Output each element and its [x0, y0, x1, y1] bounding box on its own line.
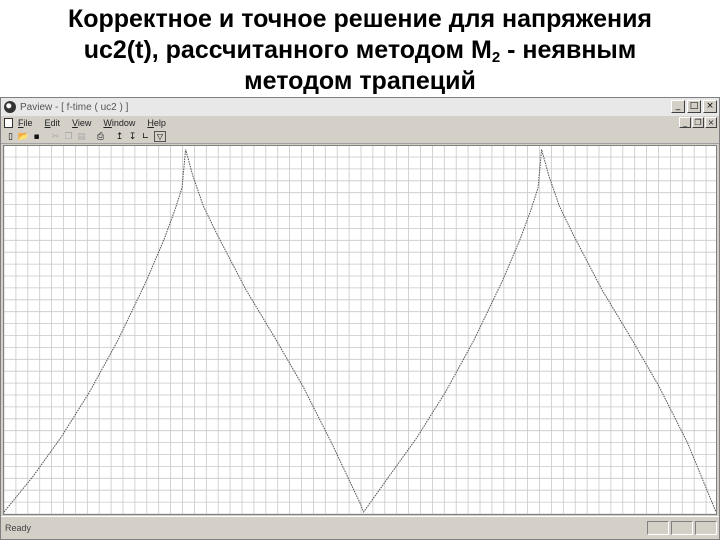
- status-bar: Ready: [1, 516, 719, 539]
- plot-grid: [4, 146, 716, 514]
- status-panel: [671, 521, 693, 535]
- close-button[interactable]: ×: [703, 100, 717, 113]
- maximize-button[interactable]: □: [687, 100, 701, 113]
- document-window-controls: _ ❐ ×: [679, 117, 717, 128]
- save-icon[interactable]: ▪: [30, 131, 43, 143]
- doc-restore-button[interactable]: ❐: [692, 117, 704, 128]
- plot-area[interactable]: [3, 145, 717, 515]
- zoom-in-icon[interactable]: ↥: [113, 131, 126, 143]
- minimize-button[interactable]: _: [671, 100, 685, 113]
- window-controls: _ □ ×: [671, 100, 717, 113]
- app-window: Paview - [ f-time ( uc2 ) ] _ □ × File E…: [0, 97, 720, 540]
- document-icon[interactable]: [4, 118, 13, 128]
- cut-icon[interactable]: ✂: [49, 131, 62, 143]
- status-panel: [647, 521, 669, 535]
- filter-icon[interactable]: ▽: [154, 131, 166, 142]
- status-panels: [647, 521, 717, 535]
- open-folder-icon[interactable]: 📂: [17, 131, 30, 143]
- menu-file[interactable]: File: [18, 118, 33, 128]
- doc-minimize-button[interactable]: _: [679, 117, 691, 128]
- window-title: Paview - [ f-time ( uc2 ) ]: [20, 101, 129, 113]
- title-line-2-suffix: - неявным: [500, 36, 637, 64]
- menu-edit[interactable]: Edit: [45, 118, 61, 128]
- menu-window[interactable]: Window: [103, 118, 135, 128]
- title-subscript: 2: [491, 49, 501, 66]
- axes-icon[interactable]: ∟: [139, 131, 152, 143]
- doc-close-button[interactable]: ×: [705, 117, 717, 128]
- title-line-3: методом трапеций: [244, 67, 476, 95]
- status-text: Ready: [5, 523, 32, 533]
- menu-view[interactable]: View: [72, 118, 91, 128]
- title-line-1: Корректное и точное решение для напряжен…: [67, 5, 653, 33]
- zoom-out-icon[interactable]: ↧: [126, 131, 139, 143]
- menu-help[interactable]: Help: [147, 118, 166, 128]
- print-icon[interactable]: ⎙: [94, 131, 107, 143]
- menu-bar: File Edit View Window Help _ ❐ ×: [1, 116, 719, 130]
- app-icon[interactable]: [4, 101, 16, 113]
- window-title-bar[interactable]: Paview - [ f-time ( uc2 ) ] _ □ ×: [1, 98, 719, 116]
- slide-title: Корректное и точное решение для напряжен…: [0, 4, 720, 97]
- title-line-2-prefix: uc2(t), рассчитанного методом M: [83, 36, 492, 64]
- paste-icon[interactable]: ▤: [75, 131, 88, 143]
- new-file-icon[interactable]: ▯: [4, 131, 17, 143]
- status-panel: [695, 521, 717, 535]
- title-line-2: uc2(t), рассчитанного методом M2 - неявн…: [0, 35, 720, 66]
- copy-icon[interactable]: ❐: [62, 131, 75, 143]
- toolbar: ▯ 📂 ▪ ✂ ❐ ▤ ⎙ ↥ ↧ ∟ ▽: [1, 130, 719, 144]
- waveform-plot: [4, 146, 716, 514]
